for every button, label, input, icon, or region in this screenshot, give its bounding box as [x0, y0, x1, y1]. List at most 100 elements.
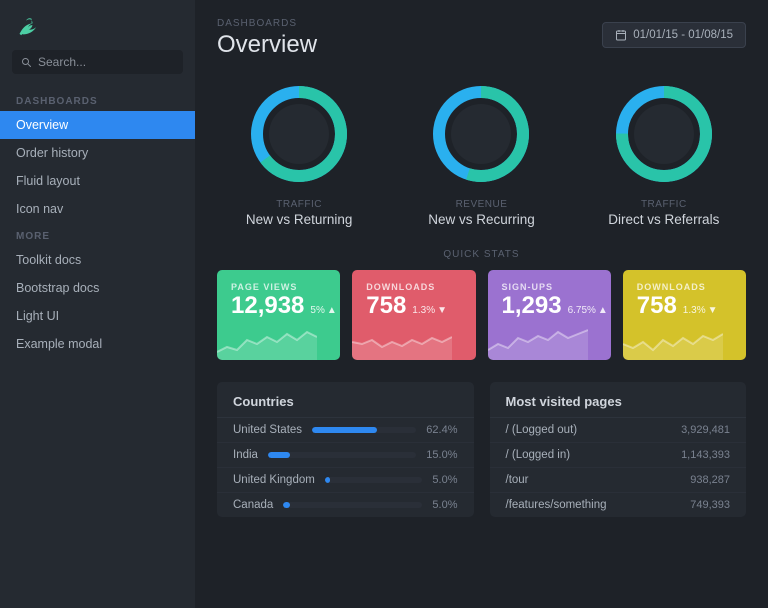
stat-value-signups: 1,293	[502, 294, 562, 318]
page-value-2: 938,287	[690, 474, 730, 486]
sidebar-item-fluid-layout[interactable]: Fluid layout	[0, 167, 195, 195]
stat-value-downloads: 758	[366, 294, 406, 318]
page-value-1: 1,143,393	[681, 449, 730, 461]
visited-table: Most visited pages / (Logged out) 3,929,…	[490, 382, 747, 517]
calendar-icon	[615, 29, 627, 41]
chart-1-main: New vs Returning	[246, 212, 353, 227]
table-row: /features/something 749,393	[490, 493, 747, 517]
breadcrumb: Dashboards	[217, 18, 317, 29]
search-icon	[20, 56, 32, 68]
page-label-2: /tour	[506, 474, 529, 486]
quick-stats-label: Quick Stats	[217, 249, 746, 260]
chart-2-sub: Revenue	[456, 199, 508, 210]
bar-wrap-1	[268, 452, 416, 458]
table-row: /tour 938,287	[490, 468, 747, 493]
wave-svg-2	[488, 322, 588, 360]
chart-direct-vs-referrals: Traffic Direct vs Referrals	[582, 79, 746, 227]
bottom-row: Countries United States 62.4% India 15.0…	[217, 382, 746, 517]
section-label-more: More	[0, 223, 195, 246]
bar-wrap-0	[312, 427, 416, 433]
country-label-2: United Kingdom	[233, 474, 315, 486]
country-value-0: 62.4%	[426, 424, 457, 436]
country-label-0: United States	[233, 424, 302, 436]
stat-card-signups: Sign-Ups 1,293 6.75% ▲	[488, 270, 611, 360]
table-row: Canada 5.0%	[217, 493, 474, 517]
stat-value-row-2: 1,293 6.75% ▲	[502, 294, 597, 318]
country-label-3: Canada	[233, 499, 273, 511]
stat-value-row-3: 758 1.3% ▼	[637, 294, 732, 318]
chart-2-main: New vs Recurring	[428, 212, 535, 227]
page-title: Overview	[217, 31, 317, 59]
chart-3-main: Direct vs Referrals	[608, 212, 719, 227]
page-value-0: 3,929,481	[681, 424, 730, 436]
stat-value-downloads2: 758	[637, 294, 677, 318]
page-value-3: 749,393	[690, 499, 730, 511]
table-row: India 15.0%	[217, 443, 474, 468]
date-range-label: 01/01/15 - 01/08/15	[633, 29, 733, 41]
section-label-dashboards: Dashboards	[0, 88, 195, 111]
countries-table: Countries United States 62.4% India 15.0…	[217, 382, 474, 517]
bar-0	[312, 427, 377, 433]
wave-svg-1	[352, 322, 452, 360]
stat-card-downloads: Downloads 758 1.3% ▼	[352, 270, 475, 360]
stat-value-row-1: 758 1.3% ▼	[366, 294, 461, 318]
stat-change-signups: 6.75% ▲	[568, 305, 608, 316]
date-range-button[interactable]: 01/01/15 - 01/08/15	[602, 22, 746, 48]
visited-table-title: Most visited pages	[490, 382, 747, 418]
sidebar-section-more: More Toolkit docs Bootstrap docs Light U…	[0, 223, 195, 358]
logo-area	[0, 0, 195, 50]
table-row: / (Logged out) 3,929,481	[490, 418, 747, 443]
main-header: Dashboards Overview 01/01/15 - 01/08/15	[217, 18, 746, 59]
sidebar-item-bootstrap-docs[interactable]: Bootstrap docs	[0, 274, 195, 302]
country-label-1: India	[233, 449, 258, 461]
title-area: Dashboards Overview	[217, 18, 317, 59]
sidebar: Dashboards Overview Order history Fluid …	[0, 0, 195, 608]
countries-table-title: Countries	[217, 382, 474, 418]
chart-1-sub: Traffic	[276, 199, 322, 210]
donut-chart-3	[609, 79, 719, 189]
stat-change-downloads: 1.3% ▼	[412, 305, 447, 316]
chart-new-vs-recurring: Revenue New vs Recurring	[399, 79, 563, 227]
table-row: United States 62.4%	[217, 418, 474, 443]
wave-svg-3	[623, 322, 723, 360]
stat-label-signups: Sign-Ups	[502, 282, 597, 292]
chart-new-vs-returning: Traffic New vs Returning	[217, 79, 381, 227]
bar-1	[268, 452, 290, 458]
country-value-3: 5.0%	[432, 499, 457, 511]
stat-label-downloads2: Downloads	[637, 282, 732, 292]
bar-2	[325, 477, 330, 483]
country-value-2: 5.0%	[432, 474, 457, 486]
bar-3	[283, 502, 290, 508]
sidebar-item-toolkit-docs[interactable]: Toolkit docs	[0, 246, 195, 274]
search-box[interactable]	[12, 50, 183, 74]
table-row: United Kingdom 5.0%	[217, 468, 474, 493]
country-value-1: 15.0%	[426, 449, 457, 461]
leaf-icon	[16, 16, 38, 38]
page-label-0: / (Logged out)	[506, 424, 578, 436]
bar-wrap-2	[325, 477, 423, 483]
search-area	[0, 50, 195, 88]
page-label-1: / (Logged in)	[506, 449, 571, 461]
table-row: / (Logged in) 1,143,393	[490, 443, 747, 468]
sidebar-item-example-modal[interactable]: Example modal	[0, 330, 195, 358]
sidebar-item-order-history[interactable]: Order history	[0, 139, 195, 167]
stat-change-page-views: 5% ▲	[310, 305, 336, 316]
sidebar-item-icon-nav[interactable]: Icon nav	[0, 195, 195, 223]
wave-svg-0	[217, 322, 317, 360]
stat-card-downloads2: Downloads 758 1.3% ▼	[623, 270, 746, 360]
stat-change-downloads2: 1.3% ▼	[683, 305, 718, 316]
donut-chart-2	[426, 79, 536, 189]
sidebar-item-light-ui[interactable]: Light UI	[0, 302, 195, 330]
stat-value-page-views: 12,938	[231, 294, 304, 318]
stats-row: Page Views 12,938 5% ▲ Downloads 758 1.3…	[217, 270, 746, 360]
page-label-3: /features/something	[506, 499, 607, 511]
stat-value-row-0: 12,938 5% ▲	[231, 294, 326, 318]
main-content: Dashboards Overview 01/01/15 - 01/08/15 …	[195, 0, 768, 608]
sidebar-section-dashboards: Dashboards Overview Order history Fluid …	[0, 88, 195, 223]
search-input[interactable]	[38, 55, 175, 69]
stat-card-page-views: Page Views 12,938 5% ▲	[217, 270, 340, 360]
charts-row: Traffic New vs Returning Revenue New vs …	[217, 79, 746, 227]
stat-label-page-views: Page Views	[231, 282, 326, 292]
chart-3-sub: Traffic	[641, 199, 687, 210]
sidebar-item-overview[interactable]: Overview	[0, 111, 195, 139]
